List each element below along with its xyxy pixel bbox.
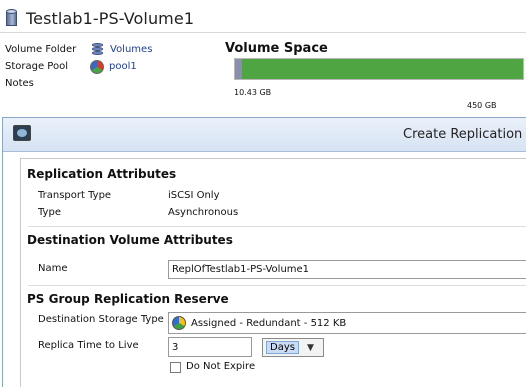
dialog-title: Create Replication — [403, 127, 523, 142]
do-not-expire-checkbox[interactable] — [170, 362, 181, 373]
volume-space-total-label: 450 GB — [467, 101, 497, 110]
pool-icon — [90, 59, 104, 74]
notes-label: Notes — [5, 78, 34, 89]
do-not-expire-label: Do Not Expire — [186, 361, 256, 372]
volume-space-used — [235, 59, 242, 79]
dialog-titlebar[interactable]: Create Replication — [3, 118, 526, 152]
volume-space-title: Volume Space — [225, 41, 328, 56]
volume-title-row: Testlab1-PS-Volume1 — [5, 6, 194, 30]
chevron-down-icon: ▼ — [306, 342, 314, 353]
volume-icon — [5, 9, 20, 27]
storage-pool-value[interactable]: pool1 — [109, 61, 137, 72]
volume-properties: Volume Folder Volumes Storage Pool pool1… — [5, 41, 152, 92]
volume-space-free — [241, 59, 523, 79]
destination-name-input[interactable]: ReplOfTestlab1-PS-Volume1 — [168, 260, 526, 279]
destination-volume-heading: Destination Volume Attributes — [27, 233, 233, 247]
transport-type-value: iSCSI Only — [168, 190, 220, 201]
volume-folder-row: Volume Folder Volumes — [5, 41, 152, 58]
replica-ttl-label: Replica Time to Live — [38, 340, 139, 351]
storage-pool-row: Storage Pool pool1 — [5, 58, 152, 75]
page-title: Testlab1-PS-Volume1 — [26, 8, 195, 28]
title-divider — [0, 32, 526, 33]
volume-space-used-label: 10.43 GB — [234, 88, 272, 97]
storage-type-icon — [172, 316, 186, 330]
name-label: Name — [38, 263, 68, 274]
destination-storage-type-value: Assigned - Redundant - 512 KB — [191, 317, 347, 329]
volume-space-bar — [234, 58, 524, 80]
notes-row: Notes — [5, 75, 152, 92]
storage-pool-link[interactable]: pool1 — [90, 59, 137, 74]
type-value: Asynchronous — [168, 207, 239, 218]
replica-ttl-input[interactable]: 3 — [168, 337, 252, 357]
section-divider — [28, 226, 526, 227]
destination-storage-type-select[interactable]: Assigned - Redundant - 512 KB — [168, 312, 526, 334]
volume-folder-link[interactable]: Volumes — [90, 43, 152, 56]
section-divider — [28, 285, 526, 286]
app-icon — [13, 125, 31, 141]
volume-folder-value[interactable]: Volumes — [110, 44, 152, 55]
destination-storage-type-label: Destination Storage Type — [38, 314, 164, 325]
type-label: Type — [38, 207, 61, 218]
folder-icon — [90, 43, 106, 56]
transport-type-label: Transport Type — [38, 190, 112, 201]
volume-folder-label: Volume Folder — [5, 44, 77, 55]
replication-attributes-heading: Replication Attributes — [27, 167, 177, 181]
replica-ttl-unit-value: Days — [266, 341, 299, 354]
storage-pool-label: Storage Pool — [5, 61, 68, 72]
replication-reserve-heading: PS Group Replication Reserve — [27, 292, 229, 306]
replica-ttl-unit-select[interactable]: Days ▼ — [262, 338, 324, 357]
